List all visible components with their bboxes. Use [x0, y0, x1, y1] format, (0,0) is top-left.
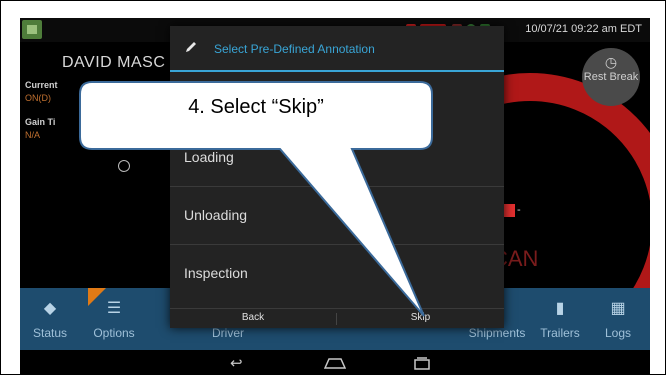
callout-bubble — [79, 81, 433, 317]
callout-text: 4. Select “Skip” — [188, 96, 324, 118]
